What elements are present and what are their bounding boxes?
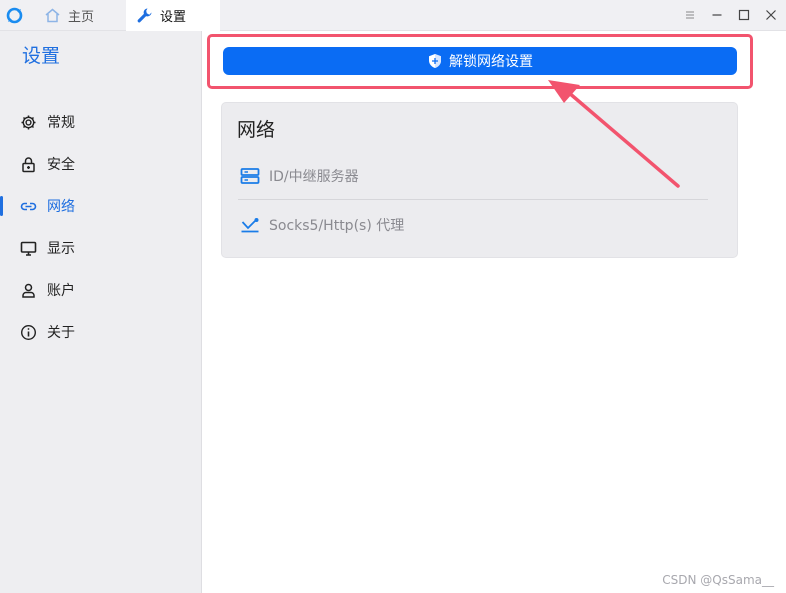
maximize-icon[interactable] — [737, 8, 751, 22]
sidebar-title: 设置 — [22, 45, 61, 67]
close-icon[interactable] — [764, 8, 778, 22]
proxy-icon — [241, 218, 259, 233]
sidebar-item-security[interactable]: 安全 — [0, 147, 201, 181]
tab-home[interactable]: 主页 — [32, 0, 124, 31]
sidebar-item-label: 安全 — [47, 157, 75, 173]
lock-icon — [22, 156, 35, 172]
network-row-label: Socks5/Http(s) 代理 — [269, 218, 405, 234]
sidebar-item-label: 常规 — [47, 115, 75, 131]
sidebar-item-label: 账户 — [47, 283, 75, 299]
tab-settings[interactable]: 设置 — [126, 0, 220, 31]
id-relay-server-row[interactable]: ID/中继服务器 — [240, 163, 359, 189]
sidebar-item-label: 显示 — [47, 241, 75, 257]
gear-icon — [21, 115, 36, 129]
menu-icon[interactable] — [683, 8, 697, 22]
sidebar-item-account[interactable]: 账户 — [0, 273, 201, 307]
divider — [238, 199, 708, 200]
wrench-icon — [137, 8, 152, 23]
link-icon — [20, 202, 37, 210]
sidebar-item-label: 关于 — [47, 325, 75, 341]
sidebar-item-general[interactable]: 常规 — [0, 105, 201, 139]
app-logo-icon — [6, 7, 23, 24]
sidebar-item-label: 网络 — [47, 199, 75, 215]
unlock-button-label: 解锁网络设置 — [449, 54, 533, 70]
title-bar: 主页 设置 — [0, 0, 786, 31]
minimize-icon[interactable] — [710, 8, 724, 22]
sidebar-item-about[interactable]: 关于 — [0, 315, 201, 349]
watermark: CSDN @QsSama__ — [662, 573, 774, 587]
network-row-label: ID/中继服务器 — [269, 169, 359, 185]
shield-icon — [429, 54, 441, 68]
network-card: 网络 ID/中继服务器 Socks5/Http(s) 代理 — [221, 102, 738, 258]
home-icon — [45, 8, 60, 23]
tab-settings-label: 设置 — [160, 10, 187, 25]
sidebar-item-display[interactable]: 显示 — [0, 231, 201, 265]
server-icon — [240, 168, 260, 184]
unlock-network-settings-button[interactable]: 解锁网络设置 — [223, 47, 737, 75]
tab-home-label: 主页 — [68, 10, 95, 25]
sidebar: 设置 常规 安全 网络 显示 账户 关于 — [0, 31, 202, 593]
user-icon — [22, 283, 35, 298]
info-icon — [20, 324, 37, 340]
monitor-icon — [20, 241, 37, 256]
sidebar-item-network[interactable]: 网络 — [0, 189, 201, 223]
network-card-title: 网络 — [237, 119, 276, 141]
socks5-proxy-row[interactable]: Socks5/Http(s) 代理 — [240, 212, 404, 238]
